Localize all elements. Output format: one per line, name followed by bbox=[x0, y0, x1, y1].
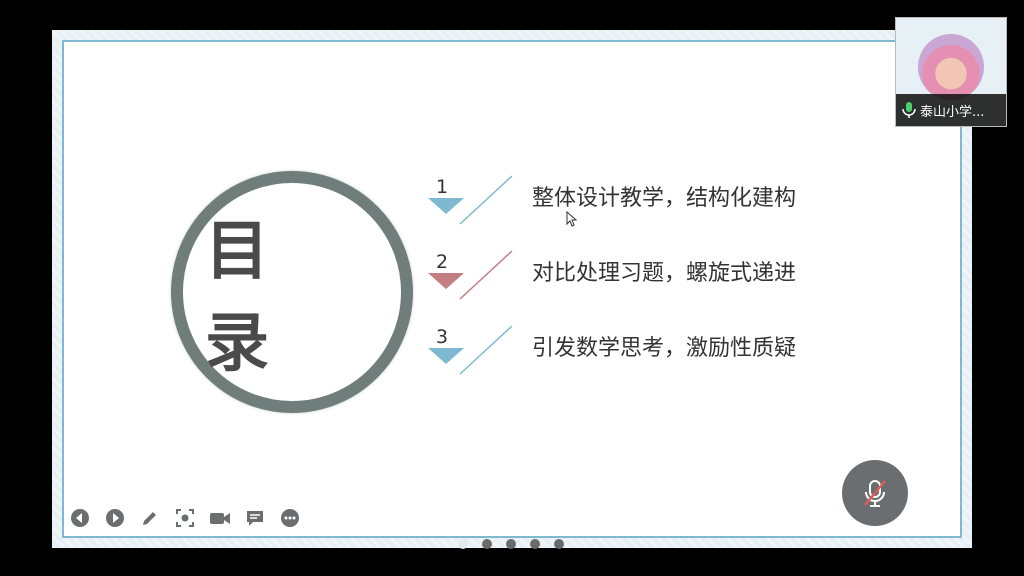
slash-decoration bbox=[459, 325, 513, 375]
prev-slide-button[interactable] bbox=[68, 506, 92, 530]
item-text: 引发数学思考，激励性质疑 bbox=[532, 336, 797, 361]
page-indicator bbox=[458, 539, 564, 549]
participant-video-tile[interactable]: 泰山小学... bbox=[895, 17, 1007, 127]
slide-content: 目 录 1 整体设计教学，结构化建构 2 对比处理习题，螺旋式递进 3 引发数学… bbox=[62, 40, 962, 538]
list-item: 1 整体设计教学，结构化建构 bbox=[428, 175, 888, 240]
video-button[interactable] bbox=[208, 506, 232, 530]
page-dot[interactable] bbox=[482, 539, 492, 549]
page-dot[interactable] bbox=[458, 539, 468, 549]
more-button[interactable] bbox=[278, 506, 302, 530]
item-text: 整体设计教学，结构化建构 bbox=[532, 186, 797, 211]
more-icon bbox=[281, 509, 299, 527]
chat-icon bbox=[247, 511, 263, 526]
list-item: 3 引发数学思考，激励性质疑 bbox=[428, 325, 888, 390]
chat-button[interactable] bbox=[243, 506, 267, 530]
slide-toolbar bbox=[68, 506, 302, 530]
slash-decoration bbox=[459, 250, 513, 300]
pen-button[interactable] bbox=[138, 506, 162, 530]
next-slide-button[interactable] bbox=[103, 506, 127, 530]
title-ring: 目 录 bbox=[171, 171, 413, 413]
slide: 目 录 1 整体设计教学，结构化建构 2 对比处理习题，螺旋式递进 3 引发数学… bbox=[52, 30, 972, 548]
microphone-off-icon bbox=[864, 480, 886, 507]
next-icon bbox=[106, 509, 124, 527]
avatar bbox=[918, 34, 984, 100]
mute-microphone-button[interactable] bbox=[842, 460, 908, 526]
pen-icon bbox=[143, 512, 156, 525]
mouse-cursor-icon bbox=[566, 211, 578, 227]
item-number: 2 bbox=[436, 251, 449, 273]
screenshot-button[interactable] bbox=[173, 506, 197, 530]
prev-icon bbox=[71, 509, 89, 527]
slash-decoration bbox=[459, 175, 513, 225]
page-dot[interactable] bbox=[554, 539, 564, 549]
page-dot[interactable] bbox=[530, 539, 540, 549]
item-text: 对比处理习题，螺旋式递进 bbox=[532, 261, 797, 286]
microphone-icon bbox=[902, 102, 916, 118]
list-item: 2 对比处理习题，螺旋式递进 bbox=[428, 250, 888, 315]
item-number: 3 bbox=[436, 326, 449, 348]
page-dot[interactable] bbox=[506, 539, 516, 549]
video-icon bbox=[210, 513, 230, 524]
participant-name: 泰山小学... bbox=[920, 104, 985, 120]
participant-name-bar: 泰山小学... bbox=[896, 94, 1006, 126]
slide-title: 目 录 bbox=[205, 215, 291, 381]
screenshot-icon bbox=[176, 509, 194, 527]
item-number: 1 bbox=[436, 176, 449, 198]
